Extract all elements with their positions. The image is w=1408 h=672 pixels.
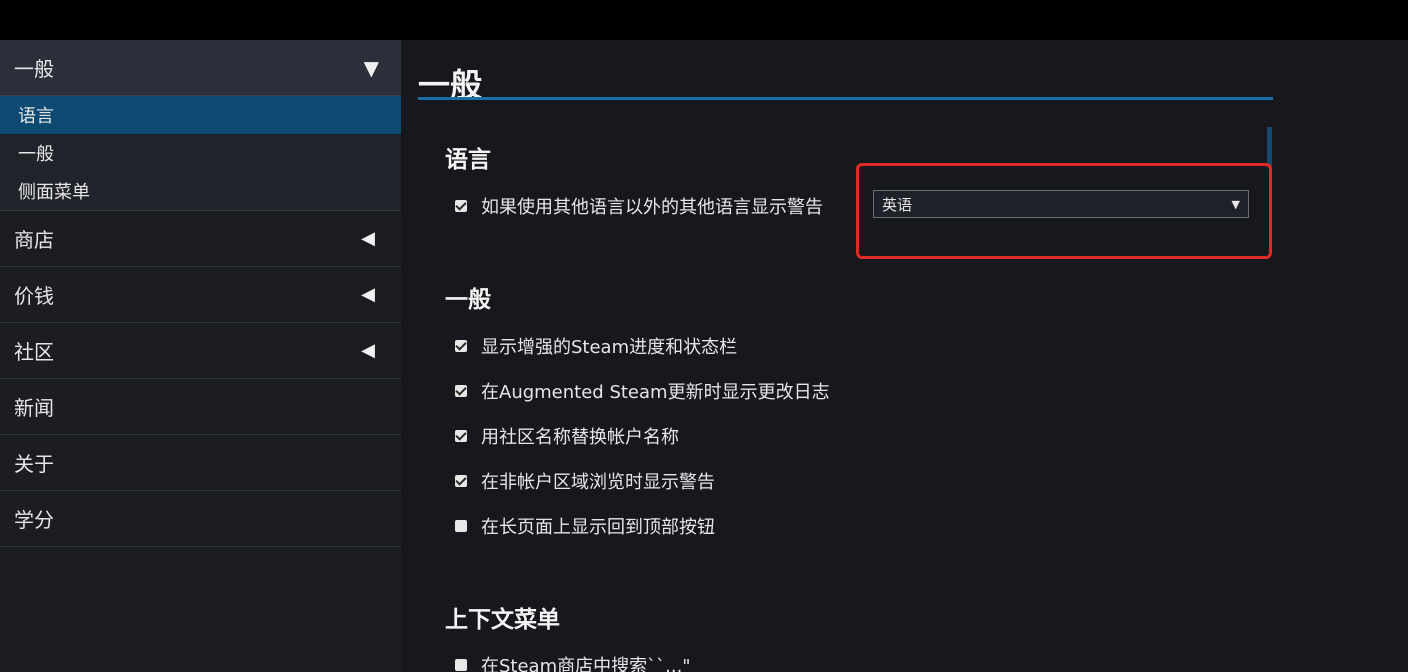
sidebar-group-label: 一般 xyxy=(14,57,54,81)
option-label: 在Augmented Steam更新时显示更改日志 xyxy=(481,382,830,403)
option-label: 在长页面上显示回到顶部按钮 xyxy=(481,517,715,538)
checkbox[interactable] xyxy=(455,200,467,212)
triangle-left-icon: ◀ xyxy=(361,339,375,361)
checkbox[interactable] xyxy=(455,475,467,487)
checkbox[interactable] xyxy=(455,385,467,397)
option-label: 在Steam商店中搜索``..." xyxy=(481,656,691,672)
sidebar-item-label: 学分 xyxy=(14,508,54,532)
caret-down-icon: ▼ xyxy=(1231,197,1240,211)
triangle-down-icon: ▼ xyxy=(363,55,379,80)
checkbox[interactable] xyxy=(455,659,467,671)
sidebar-item-label: 新闻 xyxy=(14,396,54,420)
checkbox[interactable] xyxy=(455,430,467,442)
option-label: 显示增强的Steam进度和状态栏 xyxy=(481,337,738,358)
sidebar-item-news[interactable]: 新闻 xyxy=(0,379,401,435)
sidebar-item-credits[interactable]: 学分 xyxy=(0,491,401,547)
language-select-value: 英语 xyxy=(882,195,913,214)
checkbox[interactable] xyxy=(455,340,467,352)
option-replace-account-name[interactable]: 用社区名称替换帐户名称 xyxy=(455,423,679,449)
main-content: 一般 语言 如果使用其他语言以外的其他语言显示警告 英语 ▼ 一般 显示增强的S… xyxy=(401,40,1408,672)
triangle-left-icon: ◀ xyxy=(361,283,375,305)
sidebar-item-community[interactable]: 社区 ◀ xyxy=(0,323,401,379)
option-label: 用社区名称替换帐户名称 xyxy=(481,427,679,448)
sidebar-item-label: 商店 xyxy=(14,228,54,252)
section-title-language: 语言 xyxy=(445,147,491,173)
option-label: 如果使用其他语言以外的其他语言显示警告 xyxy=(481,197,823,218)
title-divider xyxy=(418,97,1273,100)
option-show-changelog[interactable]: 在Augmented Steam更新时显示更改日志 xyxy=(455,378,830,404)
option-label: 在非帐户区域浏览时显示警告 xyxy=(481,472,715,493)
section-title-general: 一般 xyxy=(445,287,491,313)
scroll-indicator xyxy=(1267,127,1272,167)
sidebar-item-prices[interactable]: 价钱 ◀ xyxy=(0,267,401,323)
option-language-warning[interactable]: 如果使用其他语言以外的其他语言显示警告 xyxy=(455,193,823,219)
sidebar-subitem-language[interactable]: 语言 xyxy=(0,96,401,134)
sidebar-subitems: 语言 一般 侧面菜单 xyxy=(0,96,401,211)
sidebar: 一般 ▼ 语言 一般 侧面菜单 商店 ◀ 价钱 ◀ 社区 ◀ 新闻 关于 学分 xyxy=(0,40,401,672)
language-select[interactable]: 英语 ▼ xyxy=(873,190,1249,218)
sidebar-subitem-side-menu[interactable]: 侧面菜单 xyxy=(0,172,401,211)
top-bar xyxy=(0,0,1408,40)
option-back-to-top[interactable]: 在长页面上显示回到顶部按钮 xyxy=(455,513,715,539)
sidebar-item-label: 价钱 xyxy=(14,284,54,308)
checkbox[interactable] xyxy=(455,520,467,532)
sidebar-group-general[interactable]: 一般 ▼ xyxy=(0,40,401,96)
sidebar-subitem-general[interactable]: 一般 xyxy=(0,134,401,172)
option-search-steam-store[interactable]: 在Steam商店中搜索``..." xyxy=(455,652,691,672)
sidebar-item-about[interactable]: 关于 xyxy=(0,435,401,491)
option-region-warning[interactable]: 在非帐户区域浏览时显示警告 xyxy=(455,468,715,494)
section-title-context-menu: 上下文菜单 xyxy=(445,607,560,633)
sidebar-item-label: 关于 xyxy=(14,452,54,476)
sidebar-item-label: 社区 xyxy=(14,340,54,364)
option-enhanced-progress[interactable]: 显示增强的Steam进度和状态栏 xyxy=(455,333,737,359)
sidebar-item-store[interactable]: 商店 ◀ xyxy=(0,211,401,267)
triangle-left-icon: ◀ xyxy=(361,227,375,249)
